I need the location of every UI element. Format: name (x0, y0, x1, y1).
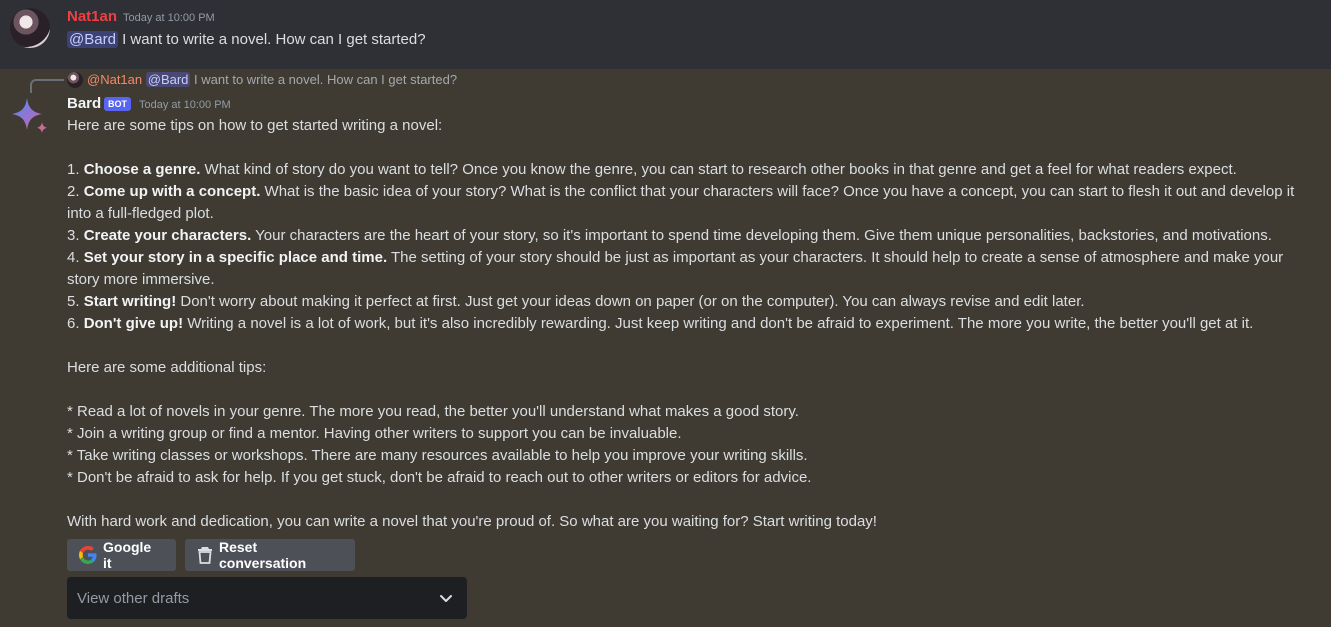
closing-text: With hard work and dedication, you can w… (67, 513, 877, 530)
bot-badge: BOT (104, 97, 131, 111)
reset-conversation-label: Reset conversation (219, 539, 307, 571)
tip-item: 4. Set your story in a specific place an… (67, 249, 1284, 288)
user-author-name[interactable]: Nat1an (67, 8, 117, 25)
google-g-icon (79, 546, 97, 564)
drafts-select-placeholder: View other drafts (77, 589, 190, 607)
additional-tip: * Read a lot of novels in your genre. Th… (67, 403, 799, 420)
trash-icon (198, 547, 212, 564)
reply-preview-text: I want to write a novel. How can I get s… (190, 72, 458, 87)
bot-message-content: Here are some tips on how to get started… (67, 115, 1317, 533)
chevron-down-icon (440, 595, 452, 602)
tip-item: 6. Don't give up! Writing a novel is a l… (67, 315, 1254, 332)
additional-tip: * Take writing classes or workshops. The… (67, 447, 808, 464)
intro-text: Here are some tips on how to get started… (67, 117, 443, 134)
tip-item: 1. Choose a genre. What kind of story do… (67, 161, 1237, 178)
reply-mention: @Bard (145, 72, 191, 87)
user-message: Nat1an Today at 10:00 PM @Bard I want to… (0, 0, 1331, 69)
tip-item: 5. Start writing! Don't worry about maki… (67, 293, 1085, 310)
bot-message-timestamp: Today at 10:00 PM (139, 99, 231, 111)
view-other-drafts-select[interactable]: View other drafts (67, 577, 467, 619)
user-message-timestamp: Today at 10:00 PM (123, 12, 215, 24)
reset-conversation-button[interactable]: Reset conversation (185, 539, 355, 571)
reply-connector (30, 79, 64, 93)
additional-tip: * Don't be afraid to ask for help. If yo… (67, 469, 812, 486)
user-message-text: @Bard I want to write a novel. How can I… (67, 30, 426, 50)
bot-author-name[interactable]: Bard (67, 95, 101, 112)
reply-author[interactable]: @Nat1an (87, 72, 142, 87)
additional-tip: * Join a writing group or find a mentor.… (67, 425, 682, 442)
user-avatar[interactable] (10, 8, 50, 48)
google-it-button[interactable]: Google it (67, 539, 176, 571)
bard-mention[interactable]: @Bard (67, 31, 118, 48)
google-it-label: Google it (103, 539, 152, 571)
tip-item: 3. Create your characters. Your characte… (67, 227, 1272, 244)
reply-preview[interactable]: @Nat1an @Bard I want to write a novel. H… (87, 72, 457, 88)
reply-avatar (67, 72, 83, 88)
tip-item: 2. Come up with a concept. What is the b… (67, 183, 1295, 222)
bard-sparkle-icon[interactable] (10, 96, 50, 136)
user-message-body: I want to write a novel. How can I get s… (117, 31, 426, 48)
additional-heading: Here are some additional tips: (67, 359, 267, 376)
